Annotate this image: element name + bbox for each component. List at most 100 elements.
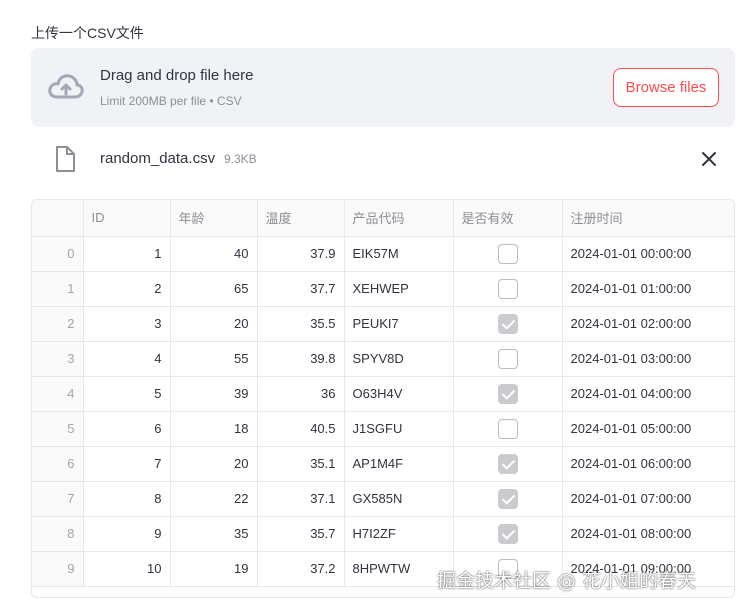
row-index-cell[interactable]: 7	[32, 481, 84, 517]
valid-checkbox[interactable]	[497, 383, 518, 404]
temperature-cell[interactable]: 39.8	[257, 341, 345, 377]
table-row[interactable]: 6 7 20 35.1 AP1M4F 2024-01-01 06:00:00	[32, 446, 734, 482]
age-cell[interactable]: 18	[170, 411, 258, 447]
table-row[interactable]: 5 6 18 40.5 J1SGFU 2024-01-01 05:00:00	[32, 411, 734, 447]
column-header-product-code[interactable]: 产品代码	[344, 200, 454, 237]
product-code-cell[interactable]: EIK57M	[344, 236, 454, 272]
product-code-cell[interactable]: J1SGFU	[344, 411, 454, 447]
valid-cell[interactable]	[453, 446, 563, 482]
register-time-cell[interactable]: 2024-01-01 08:00:00	[562, 516, 734, 552]
column-header-id[interactable]: ID	[83, 200, 171, 237]
valid-checkbox[interactable]	[497, 243, 518, 264]
row-index-cell[interactable]: 3	[32, 341, 84, 377]
id-cell[interactable]: 5	[83, 376, 171, 412]
row-index-cell[interactable]: 4	[32, 376, 84, 412]
valid-checkbox[interactable]	[497, 313, 518, 334]
row-index-cell[interactable]: 9	[32, 551, 84, 587]
file-dropzone[interactable]: Drag and drop file here Limit 200MB per …	[31, 48, 735, 127]
temperature-cell[interactable]: 37.1	[257, 481, 345, 517]
table-row[interactable]: 1 2 65 37.7 XEHWEP 2024-01-01 01:00:00	[32, 271, 734, 307]
browse-files-button[interactable]: Browse files	[613, 68, 719, 107]
row-index-cell[interactable]: 2	[32, 306, 84, 342]
table-row[interactable]: 4 5 39 36 O63H4V 2024-01-01 04:00:00	[32, 376, 734, 412]
temperature-cell[interactable]: 37.9	[257, 236, 345, 272]
valid-cell[interactable]	[453, 411, 563, 447]
row-index-cell[interactable]: 5	[32, 411, 84, 447]
age-cell[interactable]: 22	[170, 481, 258, 517]
valid-cell[interactable]	[453, 481, 563, 517]
register-time-cell[interactable]: 2024-01-01 01:00:00	[562, 271, 734, 307]
valid-checkbox[interactable]	[497, 523, 518, 544]
row-index-cell[interactable]: 1	[32, 271, 84, 307]
age-cell[interactable]: 40	[170, 236, 258, 272]
temperature-cell[interactable]: 35.1	[257, 446, 345, 482]
id-cell[interactable]: 1	[83, 236, 171, 272]
dropzone-title: Drag and drop file here	[100, 67, 254, 84]
valid-checkbox[interactable]	[497, 278, 518, 299]
id-cell[interactable]: 2	[83, 271, 171, 307]
product-code-cell[interactable]: PEUKI7	[344, 306, 454, 342]
product-code-cell[interactable]: XEHWEP	[344, 271, 454, 307]
valid-cell[interactable]	[453, 271, 563, 307]
id-cell[interactable]: 7	[83, 446, 171, 482]
id-cell[interactable]: 6	[83, 411, 171, 447]
temperature-cell[interactable]: 35.5	[257, 306, 345, 342]
product-code-cell[interactable]: AP1M4F	[344, 446, 454, 482]
column-header-valid[interactable]: 是否有效	[453, 200, 563, 237]
column-header-register-time[interactable]: 注册时间	[562, 200, 734, 237]
register-time-cell[interactable]: 2024-01-01 03:00:00	[562, 341, 734, 377]
id-cell[interactable]: 8	[83, 481, 171, 517]
age-cell[interactable]: 20	[170, 306, 258, 342]
age-cell[interactable]: 35	[170, 516, 258, 552]
remove-file-icon[interactable]	[699, 149, 719, 169]
column-header-temperature[interactable]: 温度	[257, 200, 345, 237]
valid-cell[interactable]	[453, 236, 563, 272]
id-cell[interactable]: 10	[83, 551, 171, 587]
table-row[interactable]: 2 3 20 35.5 PEUKI7 2024-01-01 02:00:00	[32, 306, 734, 342]
temperature-cell[interactable]: 40.5	[257, 411, 345, 447]
valid-cell[interactable]	[453, 341, 563, 377]
product-code-cell[interactable]: SPYV8D	[344, 341, 454, 377]
register-time-cell[interactable]: 2024-01-01 04:00:00	[562, 376, 734, 412]
id-cell[interactable]: 9	[83, 516, 171, 552]
valid-checkbox[interactable]	[497, 418, 518, 439]
valid-cell[interactable]	[453, 516, 563, 552]
id-cell[interactable]: 4	[83, 341, 171, 377]
temperature-cell[interactable]: 37.2	[257, 551, 345, 587]
register-time-cell[interactable]: 2024-01-01 07:00:00	[562, 481, 734, 517]
row-index-cell[interactable]: 8	[32, 516, 84, 552]
table-row[interactable]: 7 8 22 37.1 GX585N 2024-01-01 07:00:00	[32, 481, 734, 517]
register-time-cell[interactable]: 2024-01-01 02:00:00	[562, 306, 734, 342]
product-code-cell[interactable]: GX585N	[344, 481, 454, 517]
file-name: random_data.csv	[100, 150, 216, 167]
age-cell[interactable]: 39	[170, 376, 258, 412]
column-header-index[interactable]	[32, 200, 84, 237]
valid-cell[interactable]	[453, 376, 563, 412]
product-code-cell[interactable]: H7I2ZF	[344, 516, 454, 552]
valid-checkbox[interactable]	[497, 348, 518, 369]
temperature-cell[interactable]: 35.7	[257, 516, 345, 552]
valid-checkbox[interactable]	[497, 488, 518, 509]
table-row[interactable]: 0 1 40 37.9 EIK57M 2024-01-01 00:00:00	[32, 236, 734, 272]
row-index-cell[interactable]: 0	[32, 236, 84, 272]
age-cell[interactable]: 20	[170, 446, 258, 482]
table-header-row: ID 年龄 温度 产品代码 是否有效 注册时间	[32, 200, 734, 237]
data-table[interactable]: ID 年龄 温度 产品代码 是否有效 注册时间 0 1 40 37.9 EIK57M 20…	[31, 199, 735, 598]
age-cell[interactable]: 55	[170, 341, 258, 377]
watermark: 掘金技术社区 @ 花小姐的春天	[437, 570, 697, 592]
register-time-cell[interactable]: 2024-01-01 05:00:00	[562, 411, 734, 447]
product-code-cell[interactable]: O63H4V	[344, 376, 454, 412]
valid-checkbox[interactable]	[497, 453, 518, 474]
id-cell[interactable]: 3	[83, 306, 171, 342]
valid-cell[interactable]	[453, 306, 563, 342]
register-time-cell[interactable]: 2024-01-01 06:00:00	[562, 446, 734, 482]
row-index-cell[interactable]: 6	[32, 446, 84, 482]
temperature-cell[interactable]: 37.7	[257, 271, 345, 307]
age-cell[interactable]: 19	[170, 551, 258, 587]
temperature-cell[interactable]: 36	[257, 376, 345, 412]
column-header-age[interactable]: 年龄	[170, 200, 258, 237]
register-time-cell[interactable]: 2024-01-01 00:00:00	[562, 236, 734, 272]
table-row[interactable]: 8 9 35 35.7 H7I2ZF 2024-01-01 08:00:00	[32, 516, 734, 552]
table-row[interactable]: 3 4 55 39.8 SPYV8D 2024-01-01 03:00:00	[32, 341, 734, 377]
age-cell[interactable]: 65	[170, 271, 258, 307]
